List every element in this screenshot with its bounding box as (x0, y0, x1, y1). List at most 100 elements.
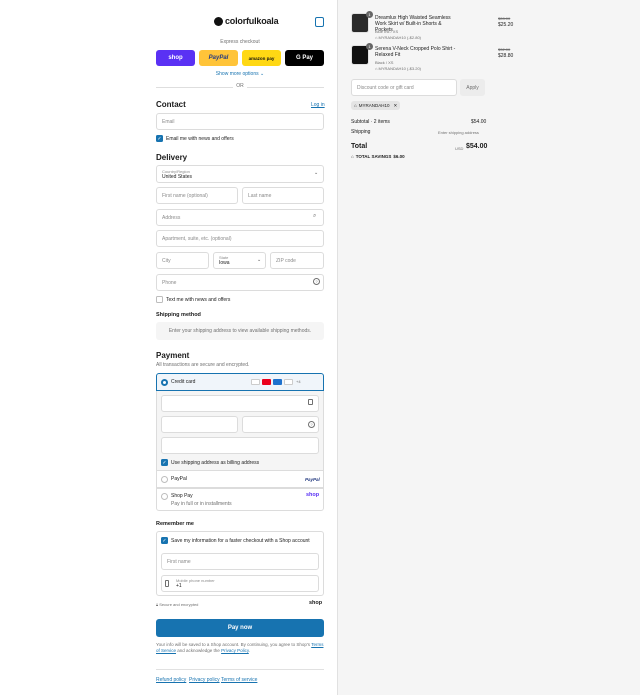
item-title: Serena V-Neck Cropped Polo Shirt - Relax… (375, 46, 456, 58)
mobile-phone-input[interactable]: Mobile phone number +1 (161, 575, 319, 592)
shipping-method-heading: Shipping method (156, 312, 201, 318)
name-on-card-input[interactable] (161, 437, 319, 454)
item-price: $25.20 (498, 22, 514, 28)
apply-button[interactable]: Apply (460, 79, 485, 96)
quantity-badge: 1 (366, 43, 373, 50)
tag-icon: ⌂ (354, 103, 357, 108)
email-news-label: Email me with news and offers (166, 136, 234, 142)
help-icon[interactable]: ? (313, 278, 320, 285)
discount-code-input[interactable]: Discount code or gift card (351, 79, 457, 96)
payment-heading: Payment (156, 351, 190, 360)
shop-pay-label: Shop Pay (171, 493, 193, 499)
currency-label: USD (455, 146, 464, 151)
shop-name-input[interactable]: First name (161, 553, 319, 570)
privacy-policy-link[interactable]: Privacy policy (189, 677, 220, 683)
legal-text: Your info will be saved to a Shop accoun… (156, 642, 324, 653)
help-icon[interactable]: ? (308, 421, 315, 428)
text-news-label: Text me with news and offers (166, 297, 231, 303)
item-price: $28.80 (498, 53, 514, 59)
mobile-phone-value: +1 (176, 583, 182, 589)
shop-pay-option[interactable] (156, 488, 324, 511)
expiration-input[interactable] (161, 416, 238, 433)
discover-icon (284, 379, 293, 385)
refund-policy-link[interactable]: Refund policy (156, 677, 186, 683)
cart-item: 1 (351, 11, 373, 33)
cart-item: 1 (351, 43, 373, 65)
payment-subtitle: All transactions are secure and encrypte… (156, 362, 250, 368)
order-summary-panel: 1 Dreamlux High Waisted Seamless Work Sk… (337, 0, 640, 695)
item-old-price: $32.00 (498, 47, 511, 52)
phone-icon (165, 580, 169, 587)
pay-now-button[interactable]: Pay now (156, 619, 324, 637)
address-input[interactable]: Address (156, 209, 324, 226)
secure-label: 🔒︎ Secure and encrypted (156, 602, 199, 607)
item-discount: ⌂ MYRANDAH10 (-$2.80) (375, 35, 422, 40)
chevron-down-icon: ⌄ (257, 257, 262, 263)
country-value: United States (162, 173, 193, 180)
item-variant: Black / XS (375, 60, 394, 65)
text-news-checkbox[interactable] (156, 296, 163, 303)
shipping-value: Enter shipping address (438, 130, 479, 135)
total-value: $54.00 (466, 143, 488, 150)
login-link[interactable]: Log in (311, 102, 325, 108)
card-number-input[interactable] (161, 395, 319, 412)
applied-code-chip: ⌂ MYRANDAH10 ✕ (351, 101, 401, 110)
country-select[interactable]: Country/Region United States (156, 165, 324, 183)
email-news-checkbox[interactable]: ✓ (156, 135, 163, 142)
chevron-down-icon: ⌄ (314, 170, 319, 176)
item-discount: ⌂ MYRANDAH10 (-$3.20) (375, 66, 422, 71)
shop-pay-button[interactable]: shop (156, 50, 195, 66)
koala-icon (214, 16, 223, 26)
show-more-options-link[interactable]: Show more options ⌄ (156, 71, 324, 77)
delivery-heading: Delivery (156, 153, 188, 162)
tag-icon: ⌂ (351, 154, 354, 159)
zip-input[interactable]: ZIP code (270, 252, 324, 269)
subtotal-value: $54.00 (471, 119, 487, 125)
amex-icon (273, 379, 282, 385)
email-input[interactable]: Email (156, 113, 324, 130)
state-value: Iowa (219, 260, 230, 266)
city-input[interactable]: City (156, 252, 209, 269)
first-name-input[interactable]: First name (optional) (156, 187, 238, 204)
mastercard-icon (262, 379, 271, 385)
item-old-price: $28.00 (498, 16, 511, 21)
remember-heading: Remember me (156, 521, 194, 527)
paypal-label: PayPal (171, 476, 187, 482)
checkout-form-panel: colorfulkoala Express checkout shop PayP… (0, 0, 337, 695)
or-label: OR (233, 83, 247, 89)
more-cards-label: +4 (296, 379, 301, 384)
phone-input[interactable]: Phone (156, 274, 324, 291)
billing-label: Use shipping address as billing address (171, 460, 260, 466)
quantity-badge: 1 (366, 11, 373, 18)
apartment-input[interactable]: Apartment, suite, etc. (optional) (156, 230, 324, 247)
lock-icon: 🔒︎ (156, 602, 159, 607)
paypal-radio[interactable] (161, 476, 168, 483)
close-icon[interactable]: ✕ (393, 103, 397, 109)
save-info-label: Save my information for a faster checkou… (171, 538, 310, 544)
credit-card-label: Credit card (171, 379, 196, 385)
credit-card-radio[interactable] (161, 379, 168, 386)
amazon-pay-button[interactable]: amazon pay (242, 50, 281, 66)
brand-logo[interactable]: colorfulkoala (214, 16, 279, 26)
footer-divider (156, 669, 324, 670)
last-name-input[interactable]: Last name (242, 187, 324, 204)
total-savings: ⌂ TOTAL SAVINGS $6.00 (351, 154, 405, 159)
shop-logo: shop (309, 600, 323, 606)
paypal-logo: PayPal (305, 477, 320, 482)
shop-pay-radio[interactable] (161, 493, 168, 500)
card-brands: +4 (249, 379, 301, 385)
paypal-button[interactable]: PayPal (199, 50, 238, 66)
bag-icon[interactable] (315, 17, 324, 27)
search-icon: ⌕ (313, 213, 317, 219)
save-info-checkbox[interactable]: ✓ (161, 537, 168, 544)
billing-checkbox[interactable]: ✓ (161, 459, 168, 466)
shipping-label: Shipping (351, 129, 371, 135)
express-checkout-title: Express checkout (220, 39, 260, 45)
shop-privacy-link[interactable]: Privacy Policy (221, 648, 249, 653)
terms-of-service-link[interactable]: Terms of service (221, 677, 257, 683)
total-label: Total (351, 143, 368, 150)
google-pay-button[interactable]: G Pay (285, 50, 324, 66)
shipping-placeholder: Enter your shipping address to view avai… (156, 322, 324, 340)
tag-icon: ⌂ (375, 35, 378, 40)
lock-icon (308, 399, 313, 405)
